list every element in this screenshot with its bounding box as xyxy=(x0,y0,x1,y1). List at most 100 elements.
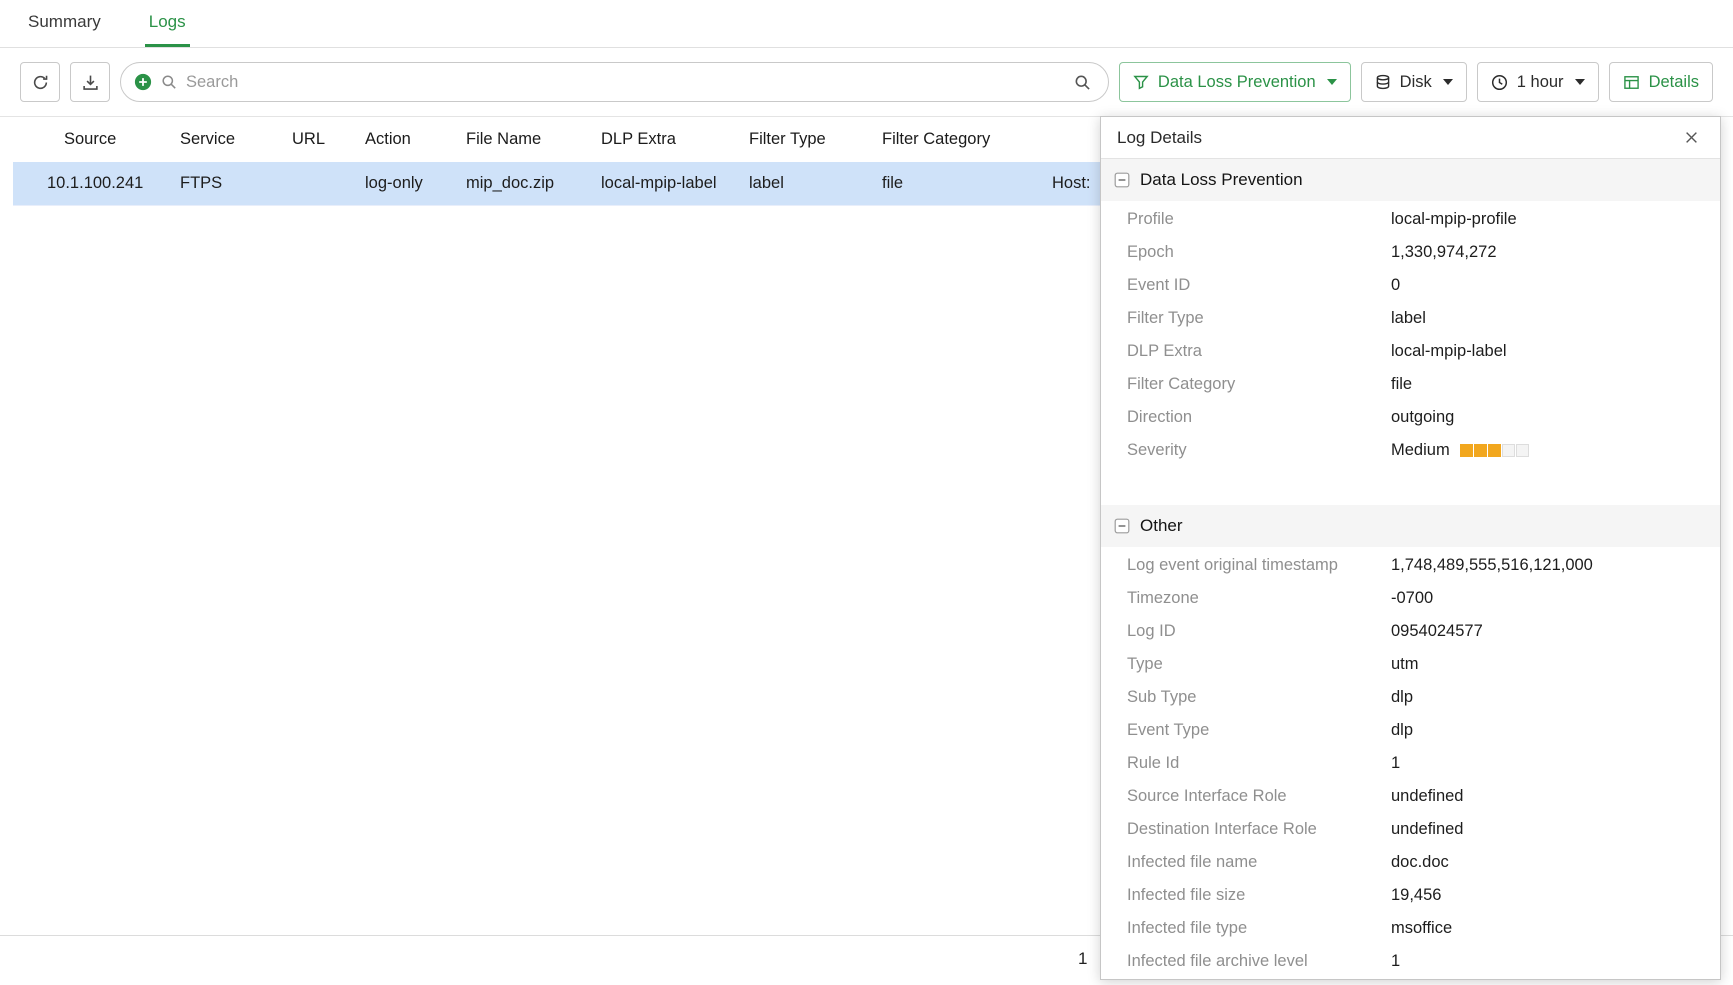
field-value: dlp xyxy=(1391,721,1413,740)
field-type: Type utm xyxy=(1101,648,1720,681)
search-icon xyxy=(1074,74,1091,91)
field-epoch: Epoch 1,330,974,272 xyxy=(1101,236,1720,269)
col-header-file-name[interactable]: File Name xyxy=(466,130,601,149)
search-submit-button[interactable] xyxy=(1066,65,1100,99)
cell-filter-type: label xyxy=(749,174,882,193)
field-value: 0 xyxy=(1391,276,1400,295)
time-range-dropdown[interactable]: 1 hour xyxy=(1477,62,1599,102)
field-label: Destination Interface Role xyxy=(1127,820,1391,839)
field-original-timestamp: Log event original timestamp 1,748,489,5… xyxy=(1101,549,1720,582)
col-header-service[interactable]: Service xyxy=(180,130,292,149)
tab-bar: Summary Logs xyxy=(0,0,1733,48)
field-label: Log event original timestamp xyxy=(1127,556,1391,575)
log-details-header: Log Details xyxy=(1101,117,1720,159)
cell-source[interactable]: 10.1.100.241 xyxy=(13,174,180,193)
cell-service: FTPS xyxy=(180,174,292,193)
field-label: Profile xyxy=(1127,210,1391,229)
field-label: Timezone xyxy=(1127,589,1391,608)
field-rule-id: Rule Id 1 xyxy=(1101,747,1720,780)
toolbar: Data Loss Prevention Disk 1 hour xyxy=(0,48,1733,116)
field-filter-type: Filter Type label xyxy=(1101,302,1720,335)
refresh-button[interactable] xyxy=(20,62,60,102)
log-location-label: Disk xyxy=(1400,73,1432,92)
field-event-type: Event Type dlp xyxy=(1101,714,1720,747)
field-value: outgoing xyxy=(1391,408,1454,427)
close-panel-button[interactable] xyxy=(1678,125,1704,151)
source-ip-link[interactable]: 10.1.100.241 xyxy=(47,174,143,193)
severity-segment xyxy=(1516,444,1529,457)
field-label: Infected file name xyxy=(1127,853,1391,872)
log-details-title: Log Details xyxy=(1117,128,1202,148)
severity-text: Medium xyxy=(1391,441,1450,460)
field-value: 19,456 xyxy=(1391,886,1441,905)
field-label: Filter Category xyxy=(1127,375,1391,394)
tab-summary[interactable]: Summary xyxy=(24,0,105,47)
time-range-label: 1 hour xyxy=(1517,73,1564,92)
col-header-action[interactable]: Action xyxy=(365,130,466,149)
caret-down-icon xyxy=(1443,79,1453,85)
field-value: local-mpip-label xyxy=(1391,342,1507,361)
field-label: Filter Type xyxy=(1127,309,1391,328)
field-value: dlp xyxy=(1391,688,1413,707)
field-value: utm xyxy=(1391,655,1419,674)
field-label: Rule Id xyxy=(1127,754,1391,773)
collapse-icon xyxy=(1114,518,1130,534)
field-infected-file-size: Infected file size 19,456 xyxy=(1101,879,1720,912)
pagination-current-page[interactable]: 1 xyxy=(1078,949,1087,969)
col-header-source[interactable]: Source xyxy=(13,130,180,149)
add-filter-icon[interactable] xyxy=(134,73,152,91)
field-label: Log ID xyxy=(1127,622,1391,641)
download-button[interactable] xyxy=(70,62,110,102)
field-value: 1,748,489,555,516,121,000 xyxy=(1391,556,1593,575)
field-log-id: Log ID 0954024577 xyxy=(1101,615,1720,648)
cell-filter-category: file xyxy=(882,174,1052,193)
field-value: -0700 xyxy=(1391,589,1433,608)
field-value: doc.doc xyxy=(1391,853,1449,872)
field-event-id: Event ID 0 xyxy=(1101,269,1720,302)
section-other: Other Log event original timestamp 1,748… xyxy=(1101,505,1720,979)
refresh-icon xyxy=(32,74,49,91)
log-type-label: Data Loss Prevention xyxy=(1158,73,1316,92)
col-header-url[interactable]: URL xyxy=(292,130,365,149)
field-label: Infected file size xyxy=(1127,886,1391,905)
section-dlp-fields: Profile local-mpip-profile Epoch 1,330,9… xyxy=(1101,201,1720,505)
log-details-panel: Log Details Data Loss Prevention xyxy=(1100,116,1721,980)
field-label: Direction xyxy=(1127,408,1391,427)
details-toggle-button[interactable]: Details xyxy=(1609,62,1713,102)
field-value: file xyxy=(1391,375,1412,394)
field-value: undefined xyxy=(1391,787,1464,806)
field-value: undefined xyxy=(1391,820,1464,839)
download-icon xyxy=(82,74,99,91)
col-header-filter-type[interactable]: Filter Type xyxy=(749,130,882,149)
section-dlp-header[interactable]: Data Loss Prevention xyxy=(1101,159,1720,201)
field-label: Epoch xyxy=(1127,243,1391,262)
severity-segment xyxy=(1502,444,1515,457)
field-infected-file-archive-level: Infected file archive level 1 xyxy=(1101,945,1720,978)
search-box xyxy=(120,62,1109,102)
field-value: 1 xyxy=(1391,952,1400,971)
log-type-dropdown[interactable]: Data Loss Prevention xyxy=(1119,62,1351,102)
section-other-fields: Log event original timestamp 1,748,489,5… xyxy=(1101,547,1720,979)
field-destination-interface-role: Destination Interface Role undefined xyxy=(1101,813,1720,846)
field-label: Event Type xyxy=(1127,721,1391,740)
clock-icon xyxy=(1491,74,1508,91)
tab-logs[interactable]: Logs xyxy=(145,0,190,47)
caret-down-icon xyxy=(1575,79,1585,85)
field-profile: Profile local-mpip-profile xyxy=(1101,203,1720,236)
field-label: Source Interface Role xyxy=(1127,787,1391,806)
field-direction: Direction outgoing xyxy=(1101,401,1720,434)
log-location-dropdown[interactable]: Disk xyxy=(1361,62,1467,102)
severity-segment xyxy=(1460,444,1473,457)
field-filter-category: Filter Category file xyxy=(1101,368,1720,401)
field-label: Infected file type xyxy=(1127,919,1391,938)
search-input[interactable] xyxy=(186,73,1057,92)
severity-segment xyxy=(1474,444,1487,457)
search-icon xyxy=(161,74,177,90)
details-label: Details xyxy=(1649,73,1699,92)
col-header-dlp-extra[interactable]: DLP Extra xyxy=(601,130,749,149)
field-value: local-mpip-profile xyxy=(1391,210,1517,229)
field-infected-file-name: Infected file name doc.doc xyxy=(1101,846,1720,879)
col-header-filter-category[interactable]: Filter Category xyxy=(882,130,1052,149)
severity-meter xyxy=(1460,444,1529,457)
section-other-header[interactable]: Other xyxy=(1101,505,1720,547)
